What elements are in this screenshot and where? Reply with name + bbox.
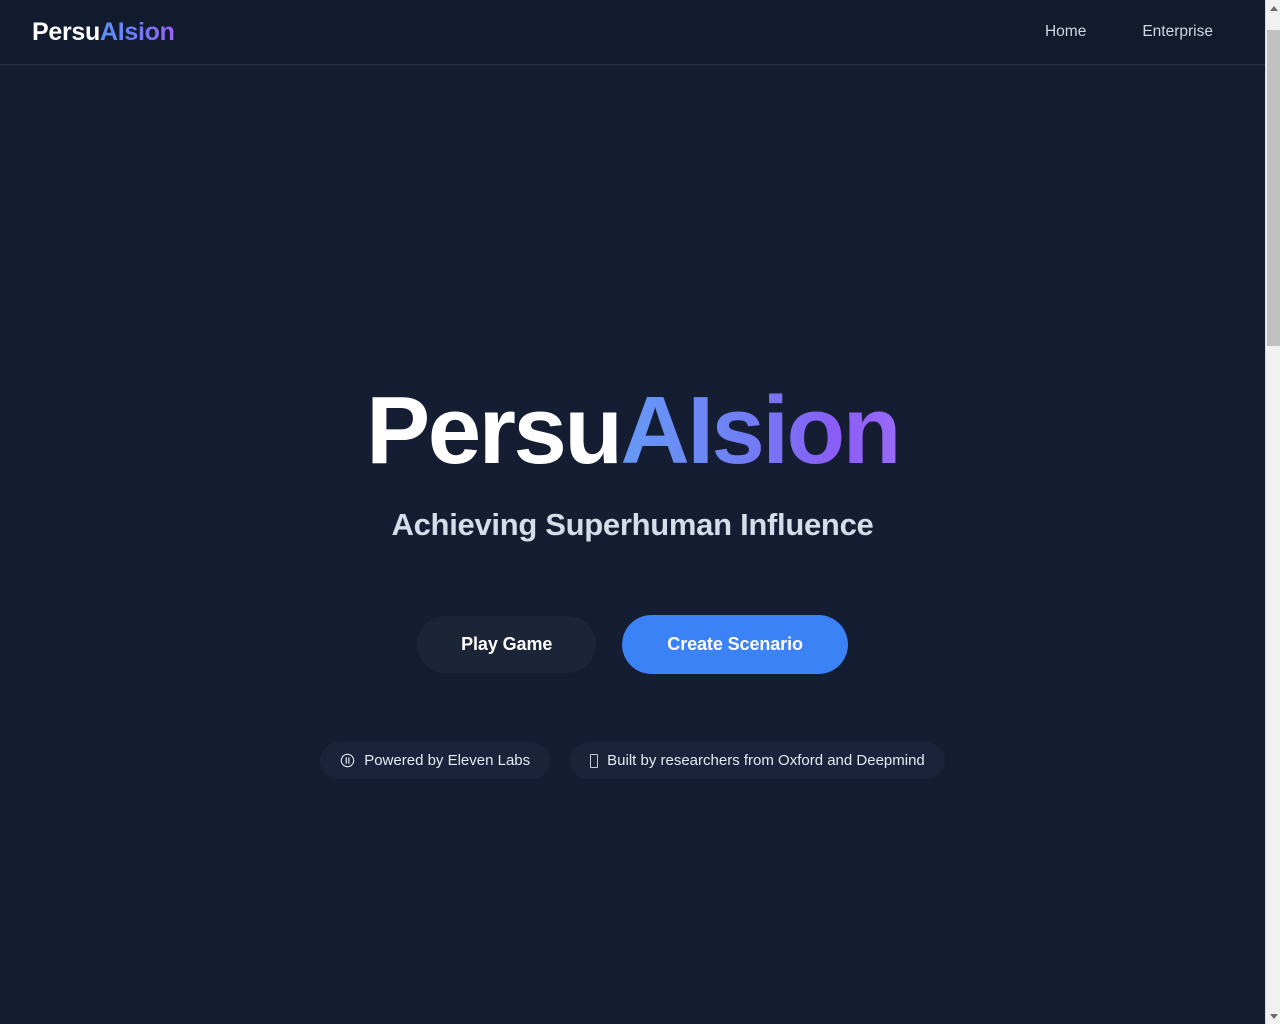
scrollbar-down-button[interactable] bbox=[1266, 1008, 1280, 1024]
page-title-text-primary: Persu bbox=[366, 377, 623, 484]
site-logo-text-accent: AIsion bbox=[99, 17, 175, 46]
play-game-button[interactable]: Play Game bbox=[417, 616, 597, 673]
cta-button-row: Play Game Create Scenario bbox=[417, 615, 848, 674]
badge-built-by-researchers: Built by researchers from Oxford and Dee… bbox=[570, 742, 945, 779]
page-title: Persu AIsion bbox=[366, 377, 901, 484]
chevron-up-icon bbox=[1269, 5, 1278, 11]
hero-section: Persu AIsion Achieving Superhuman Influen… bbox=[0, 65, 1265, 1024]
page-subtitle: Achieving Superhuman Influence bbox=[391, 507, 874, 542]
site-logo-text-primary: Persu bbox=[32, 17, 100, 46]
missing-glyph-icon bbox=[590, 753, 599, 768]
nav-link-home[interactable]: Home bbox=[1045, 23, 1086, 41]
site-header: Persu AIsion Home Enterprise bbox=[0, 0, 1265, 65]
chevron-down-icon bbox=[1269, 1013, 1278, 1019]
scrollbar-up-button[interactable] bbox=[1266, 0, 1280, 16]
page-viewport: Persu AIsion Home Enterprise Persu AIsion … bbox=[0, 0, 1265, 1024]
main-nav: Home Enterprise bbox=[1045, 23, 1231, 41]
page-title-text-accent: AIsion bbox=[620, 377, 901, 484]
badge-label: Powered by Eleven Labs bbox=[364, 752, 531, 769]
badge-label: Built by researchers from Oxford and Dee… bbox=[607, 752, 925, 769]
create-scenario-button[interactable]: Create Scenario bbox=[622, 615, 848, 674]
scrollbar-thumb[interactable] bbox=[1267, 30, 1280, 346]
badge-row: Powered by Eleven Labs Built by research… bbox=[320, 742, 945, 779]
audio-circle-icon bbox=[340, 753, 355, 768]
badge-powered-by-eleven-labs: Powered by Eleven Labs bbox=[320, 742, 551, 779]
nav-link-enterprise[interactable]: Enterprise bbox=[1142, 23, 1213, 41]
site-logo[interactable]: Persu AIsion bbox=[32, 18, 175, 47]
vertical-scrollbar[interactable] bbox=[1265, 0, 1280, 1024]
